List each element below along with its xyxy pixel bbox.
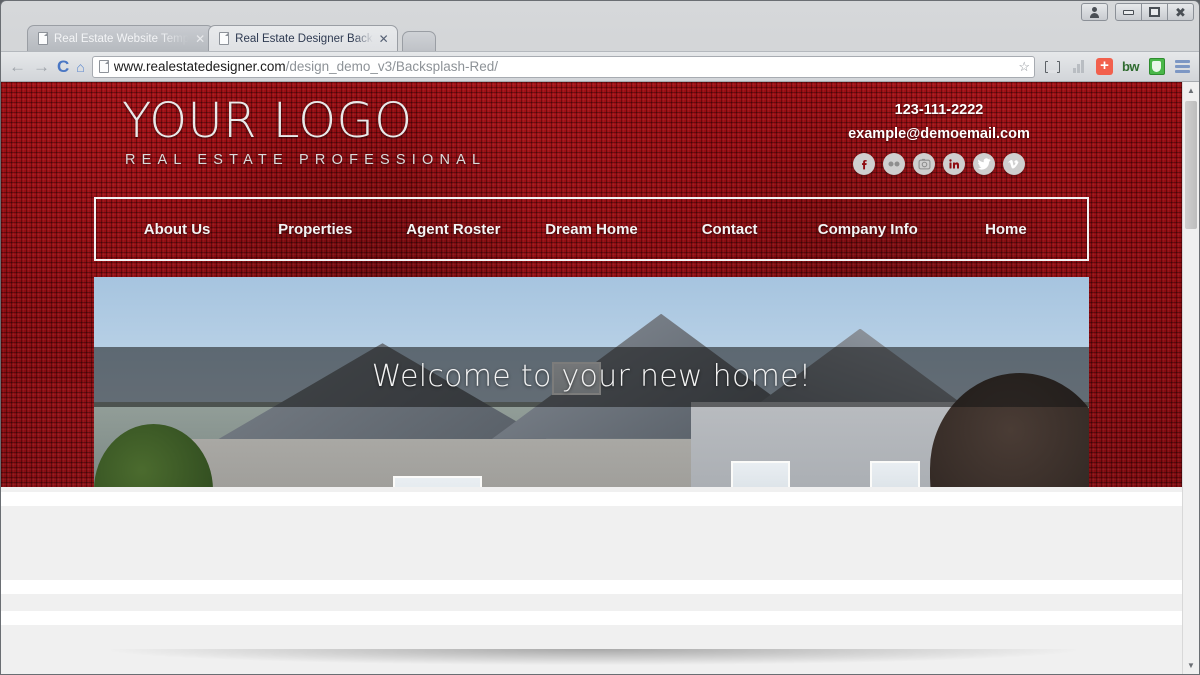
home-icon[interactable]: ⌂ [76,60,84,74]
url-text: www.realestatedesigner.com/design_demo_v… [114,59,1014,74]
minimize-icon [1123,9,1134,15]
twitter-icon[interactable] [973,153,995,175]
new-tab-button[interactable] [401,31,436,51]
browser-toolbar: ← → C ⌂ www.realestatedesigner.com/desig… [1,51,1199,81]
web-page: YOUR LOGO REAL ESTATE PROFESSIONAL 123-1… [1,82,1182,674]
address-bar[interactable]: www.realestatedesigner.com/design_demo_v… [91,55,1035,78]
site-header: YOUR LOGO REAL ESTATE PROFESSIONAL 123-1… [1,82,1182,645]
below-fold-content [1,487,1182,674]
brand-row: YOUR LOGO REAL ESTATE PROFESSIONAL 123-1… [94,82,1089,175]
logo-title: YOUR LOGO [122,93,413,149]
shield-extension-icon[interactable] [1148,58,1165,75]
vimeo-icon[interactable] [1003,153,1025,175]
tab-close-icon[interactable]: ✕ [379,33,389,45]
instagram-icon[interactable] [913,153,935,175]
analytics-bars-icon[interactable] [1070,58,1087,75]
content-band [1,611,1182,625]
logo-tagline: REAL ESTATE PROFESSIONAL [125,152,487,169]
linkedin-icon[interactable] [943,153,965,175]
user-profile-button[interactable] [1081,3,1108,21]
content-band [1,580,1182,594]
bookmark-star-icon[interactable]: ☆ [1018,60,1030,73]
bw-extension-icon[interactable]: bw [1122,58,1140,75]
extension-toolbar: + bw [1042,58,1191,75]
close-button[interactable]: ✖ [1167,3,1194,21]
minimize-button[interactable] [1115,3,1142,21]
maximize-icon [1149,7,1160,17]
nav-item-company-info[interactable]: Company Info [799,221,937,238]
add-plus-icon[interactable]: + [1096,58,1113,75]
back-icon[interactable]: ← [9,58,26,75]
cast-icon[interactable] [1044,58,1061,75]
nav-item-home[interactable]: Home [937,221,1075,238]
nav-item-about-us[interactable]: About Us [108,221,246,238]
nav-item-contact[interactable]: Contact [661,221,799,238]
page-scrollbar[interactable]: ▲ ▼ [1182,82,1199,674]
facebook-icon[interactable] [853,153,875,175]
page-icon [38,32,48,45]
close-icon: ✖ [1175,4,1186,20]
scroll-down-icon[interactable]: ▼ [1183,657,1199,674]
site-logo[interactable]: YOUR LOGO REAL ESTATE PROFESSIONAL [94,93,789,169]
hero-caption: Welcome to your new home! [371,359,812,395]
header-contact: 123-111-2222 example@demoemail.com [789,96,1089,175]
browser-tab-1[interactable]: Real Estate Website Temp ✕ [27,25,215,51]
main-navigation: About Us Properties Agent Roster Dream H… [94,197,1089,261]
content-band [1,492,1182,506]
user-icon [1090,6,1099,18]
tab-title: Real Estate Designer Back [235,32,373,45]
browser-tab-2[interactable]: Real Estate Designer Back ✕ [208,25,398,51]
scroll-up-icon[interactable]: ▲ [1183,82,1199,99]
social-links [789,153,1089,175]
nav-item-agent-roster[interactable]: Agent Roster [384,221,522,238]
reload-icon[interactable]: C [57,58,69,75]
hero-caption-band: Welcome to your new home! [94,346,1089,407]
tab-strip: Real Estate Website Temp ✕ Real Estate D… [1,25,1199,51]
tab-close-icon[interactable]: ✕ [195,33,205,45]
site-page-icon [98,60,109,73]
tab-title: Real Estate Website Temp [54,32,190,45]
scrollbar-thumb[interactable] [1185,101,1197,229]
hero-drop-shadow [111,649,1076,665]
chrome-menu-icon[interactable] [1174,58,1191,75]
maximize-button[interactable] [1141,3,1168,21]
flickr-icon[interactable] [883,153,905,175]
phone-number[interactable]: 123-111-2222 [789,102,1089,118]
forward-icon[interactable]: → [33,58,50,75]
page-viewport: YOUR LOGO REAL ESTATE PROFESSIONAL 123-1… [1,81,1199,674]
email-address[interactable]: example@demoemail.com [789,126,1089,142]
browser-window: ✖ Real Estate Website Temp ✕ Real Estate… [0,0,1200,675]
nav-item-properties[interactable]: Properties [246,221,384,238]
nav-item-dream-home[interactable]: Dream Home [522,221,660,238]
window-controls: ✖ [1081,3,1194,21]
page-icon [219,32,230,45]
url-domain: www.realestatedesigner.com [113,59,286,74]
window-titlebar: ✖ [1,1,1199,25]
url-path: /design_demo_v3/Backsplash-Red/ [285,59,498,74]
